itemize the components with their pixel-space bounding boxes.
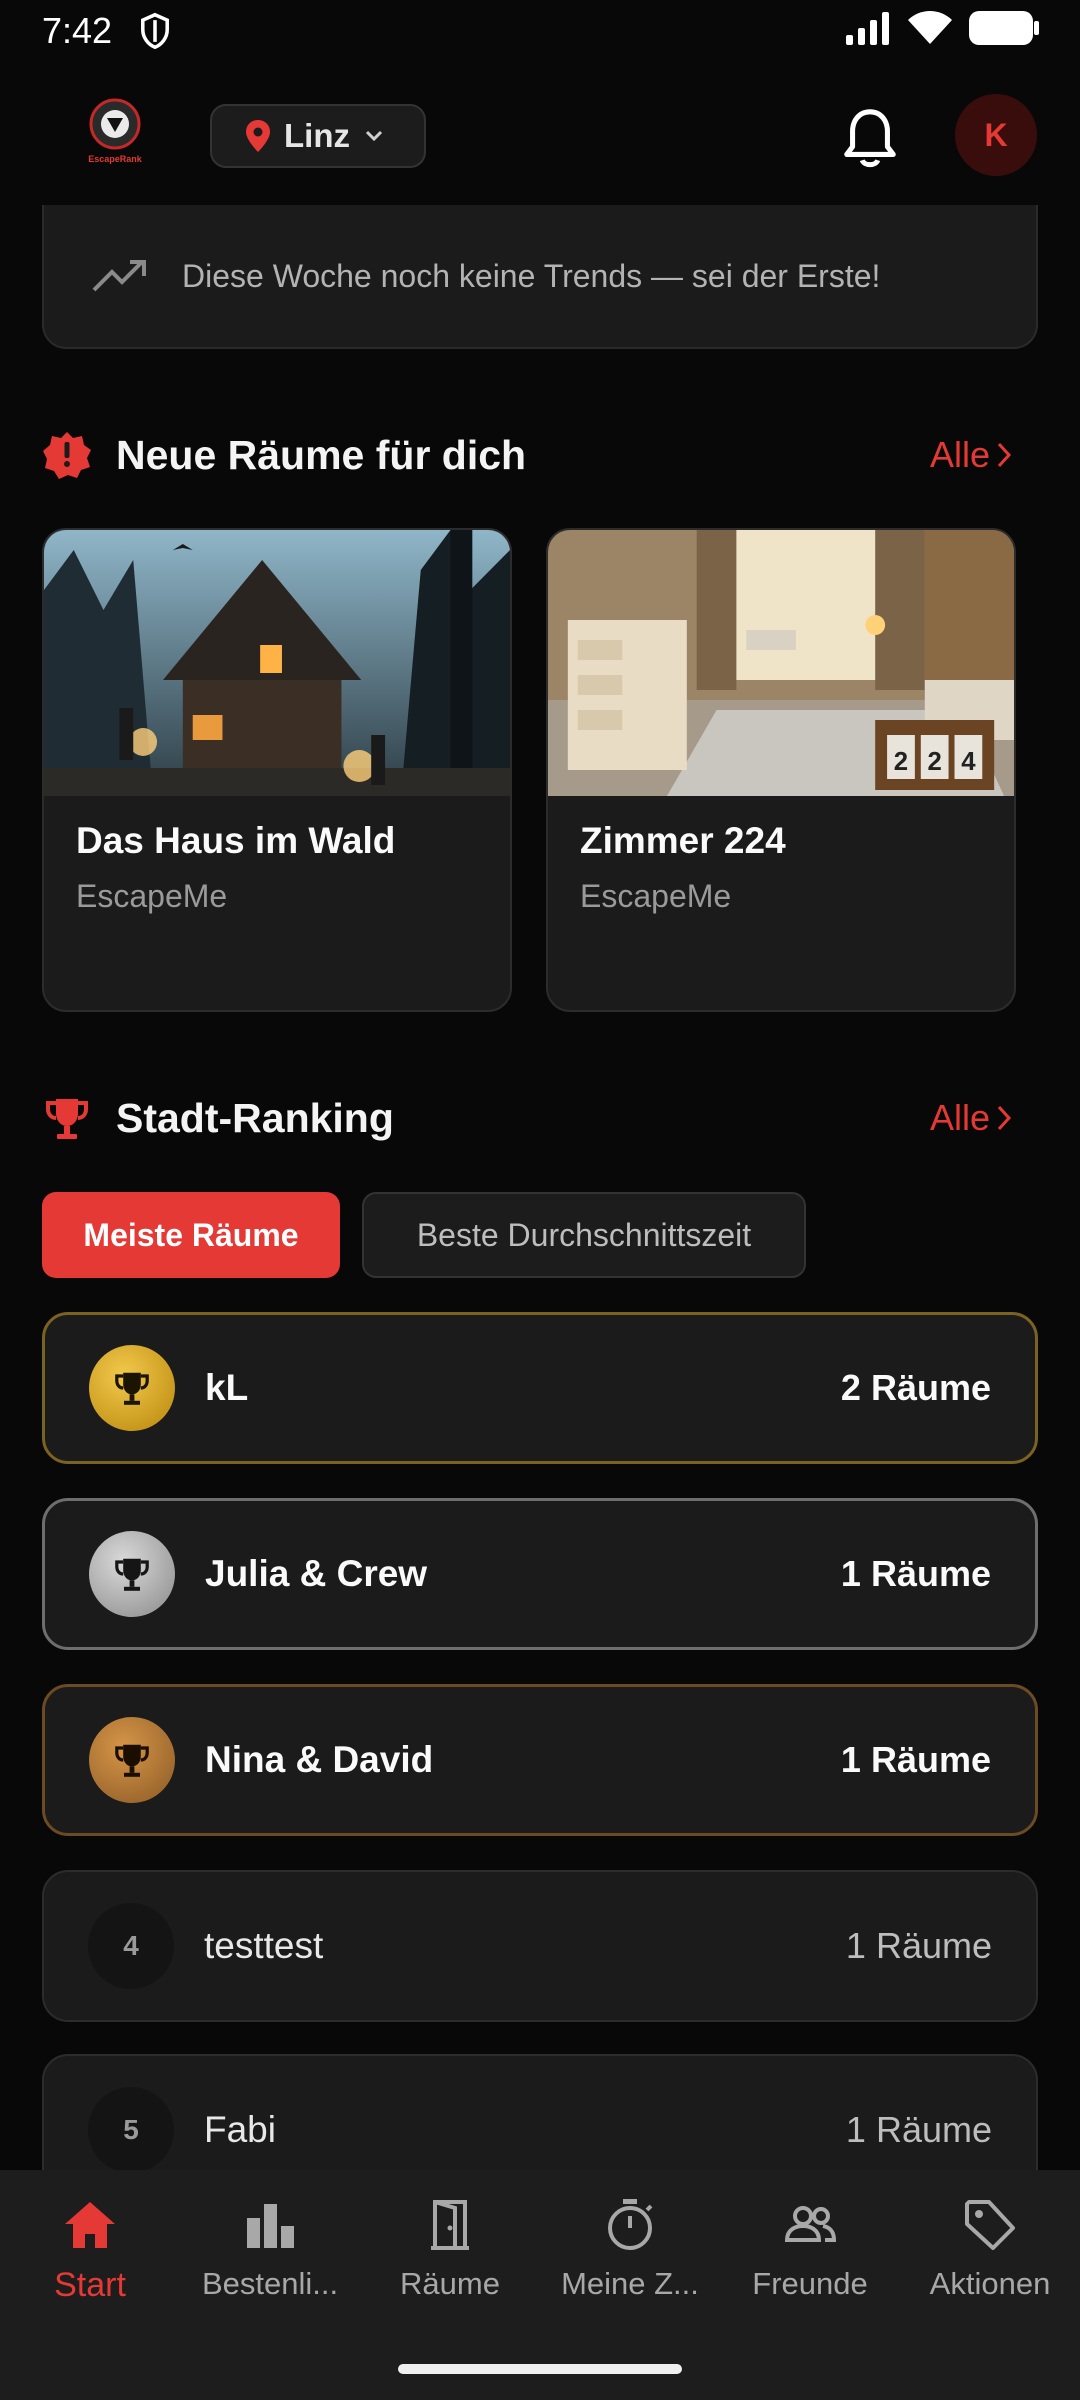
svg-text:2: 2 [928,748,942,776]
ranking-value: 1 Räume [845,1925,992,1966]
ranking-value: 2 Räume [840,1367,991,1408]
new-rooms-header: Neue Räume für dich Alle [42,425,1038,485]
room-card-zimmer-224[interactable]: 2 2 4 Zimmer 224 EscapeMe [546,528,1016,1012]
filter-best-average-time[interactable]: Beste Durchschnittszeit [362,1192,806,1278]
nav-rooms[interactable]: Räume [360,2196,540,2336]
home-indicator[interactable] [398,2364,682,2374]
ranking-value: 1 Räume [845,2109,992,2150]
room-title: Zimmer 224 [580,820,786,861]
chevron-down-icon [365,130,383,142]
status-time: 7:42 [42,10,113,51]
ranking-name: Fabi [204,2109,276,2150]
city-name: Linz [284,117,350,154]
svg-text:2: 2 [894,748,908,776]
room-image-hotel-room: 2 2 4 [548,530,1014,796]
svg-text:EscapeRank: EscapeRank [88,154,143,164]
nav-my-times[interactable]: Meine Z... [540,2196,720,2336]
nav-label: Start [54,2266,126,2304]
nav-label: Aktionen [929,2266,1051,2301]
trophy-icon [46,1099,88,1139]
city-ranking-header: Stadt-Ranking Alle [42,1088,1038,1148]
ranking-name: testtest [204,1925,324,1966]
trends-empty-text: Diese Woche noch keine Trends — sei der … [182,257,881,294]
new-rooms-all-label: Alle [929,434,990,475]
new-rooms-title: Neue Räume für dich [116,431,527,478]
bronze-medal-icon [89,1717,175,1803]
chevron-right-icon [997,1105,1012,1131]
escaperank-logo[interactable]: EscapeRank [80,96,150,166]
nav-label: Räume [400,2266,500,2301]
location-pin-icon [246,120,270,152]
ranking-row-4[interactable]: 4 testtest 1 Räume [42,1870,1038,2022]
door-icon [431,2200,469,2250]
ranking-row-1[interactable]: kL 2 Räume [42,1312,1038,1464]
city-ranking-all-link[interactable]: Alle [930,1097,1012,1139]
nav-start[interactable]: Start [0,2196,180,2336]
chevron-right-icon [997,442,1012,468]
notification-bell-icon[interactable] [842,106,898,168]
signal-icon [846,12,889,45]
avatar-initial: K [984,116,1008,153]
room-title: Das Haus im Wald [76,820,396,861]
timer-icon [608,2199,653,2250]
nav-friends[interactable]: Freunde [720,2196,900,2336]
trends-card: Diese Woche noch keine Trends — sei der … [42,205,1038,349]
ranking-row-3[interactable]: Nina & David 1 Räume [42,1684,1038,1836]
bar-chart-icon [247,2204,294,2248]
profile-avatar[interactable]: K [955,94,1037,176]
ranking-name: Julia & Crew [205,1553,428,1594]
nav-promotions[interactable]: Aktionen [900,2196,1080,2336]
status-indicators [844,10,1040,46]
status-bar: 7:42 [0,0,1080,66]
ranking-name: kL [205,1367,249,1408]
filter-most-rooms[interactable]: Meiste Räume [42,1192,340,1278]
nav-label: Meine Z... [561,2266,699,2301]
silver-medal-icon [89,1531,175,1617]
city-ranking-all-label: Alle [929,1097,990,1138]
gold-medal-icon [89,1345,175,1431]
rank-number-badge: 4 [88,1903,174,1989]
app-header: EscapeRank Linz K [0,66,1080,208]
rank-number-badge: 5 [88,2087,174,2173]
trending-up-icon [92,260,146,292]
nav-leaderboard[interactable]: Bestenli... [180,2196,360,2336]
city-selector[interactable]: Linz [210,104,426,168]
battery-icon [969,11,1039,45]
friends-icon [784,2206,837,2242]
svg-text:4: 4 [961,748,976,776]
ranking-row-2[interactable]: Julia & Crew 1 Räume [42,1498,1038,1650]
new-badge-icon [43,432,91,479]
nav-label: Freunde [752,2266,868,2301]
room-provider: EscapeMe [580,878,732,914]
tag-icon [965,2200,1015,2250]
ranking-name: Nina & David [205,1739,434,1780]
city-ranking-title: Stadt-Ranking [116,1094,394,1141]
nav-label: Bestenli... [201,2266,339,2301]
ranking-value: 1 Räume [840,1739,991,1780]
wifi-icon [908,11,952,44]
room-image-forest-house [44,530,510,796]
room-card-haus-im-wald[interactable]: Das Haus im Wald EscapeMe [42,528,512,1012]
shield-icon [141,12,169,50]
ranking-value: 1 Räume [840,1553,991,1594]
home-icon [65,2202,115,2248]
room-provider: EscapeMe [76,878,228,914]
new-rooms-all-link[interactable]: Alle [930,434,1012,476]
